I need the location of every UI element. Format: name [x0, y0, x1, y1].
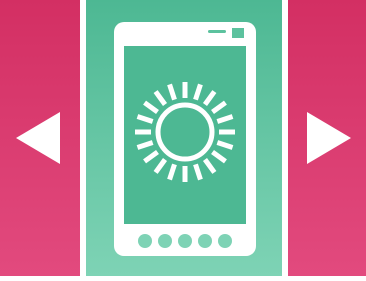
image-carousel [0, 0, 366, 276]
phone-camera [232, 28, 244, 38]
page-dot[interactable] [218, 234, 232, 248]
page-dot[interactable] [178, 234, 192, 248]
triangle-left-icon [16, 112, 60, 164]
page-dot[interactable] [198, 234, 212, 248]
phone-speaker [208, 30, 226, 33]
page-dot[interactable] [158, 234, 172, 248]
previous-slide-button[interactable] [0, 0, 80, 276]
phone-brightness-icon [114, 22, 256, 256]
page-dot[interactable] [138, 234, 152, 248]
phone-screen [124, 46, 246, 224]
next-slide-button[interactable] [288, 0, 366, 276]
triangle-right-icon [307, 112, 351, 164]
current-slide [86, 0, 282, 276]
